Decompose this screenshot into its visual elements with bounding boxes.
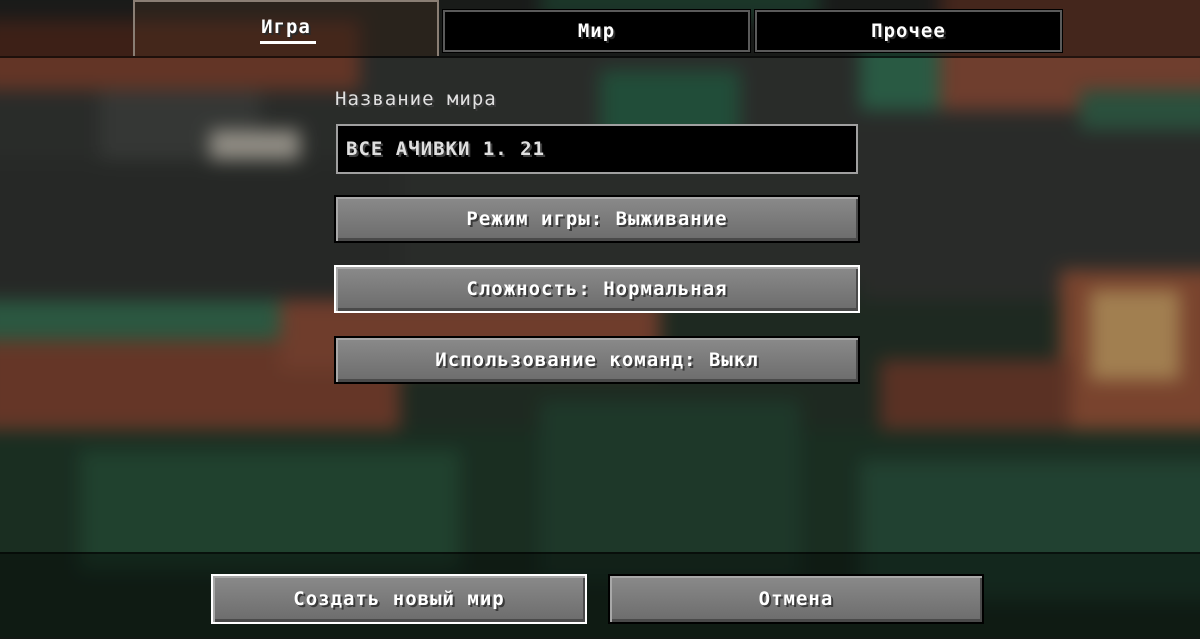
tab-world[interactable]: Мир	[442, 9, 751, 53]
difficulty-button[interactable]: Сложность: Нормальная	[334, 265, 860, 313]
active-tab-underline	[260, 41, 316, 44]
gamemode-button[interactable]: Режим игры: Выживание	[334, 195, 860, 243]
create-world-button-label: Создать новый мир	[293, 588, 505, 610]
world-name-input[interactable]	[336, 124, 858, 174]
create-world-button[interactable]: Создать новый мир	[211, 574, 587, 624]
tab-game-label: Игра	[261, 16, 311, 38]
background-scene	[0, 0, 1200, 637]
gamemode-button-label: Режим игры: Выживание	[466, 208, 728, 230]
footer-bar	[0, 552, 1200, 639]
commands-button[interactable]: Использование команд: Выкл	[334, 336, 860, 384]
tab-game[interactable]: Игра	[133, 0, 439, 56]
tab-world-label: Мир	[577, 20, 616, 42]
commands-button-label: Использование команд: Выкл	[435, 349, 759, 371]
cancel-button[interactable]: Отмена	[608, 574, 984, 624]
tab-other-label: Прочее	[871, 20, 946, 42]
cancel-button-label: Отмена	[758, 588, 834, 610]
difficulty-button-label: Сложность: Нормальная	[466, 278, 728, 300]
tab-other[interactable]: Прочее	[754, 9, 1063, 53]
world-name-label: Название мира	[335, 88, 497, 110]
